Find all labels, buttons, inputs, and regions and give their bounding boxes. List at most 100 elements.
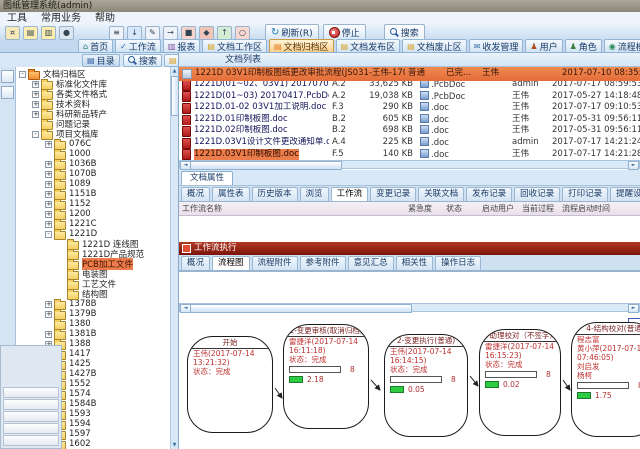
exec-tab[interactable]: 操作日志	[435, 256, 481, 270]
tree-expander-icon[interactable]: +	[45, 301, 52, 308]
folder-new-icon[interactable]: ▥	[41, 26, 56, 40]
col-header-current[interactable]: 当前过程	[519, 202, 559, 215]
exec-tab[interactable]: 流程图	[212, 256, 250, 270]
main-tab[interactable]: ✓ 工作流	[115, 39, 161, 52]
tree-item[interactable]: 结构图	[16, 289, 170, 299]
scroll-up-icon[interactable]: ▲	[171, 67, 178, 75]
tree-expander-icon[interactable]: +	[45, 141, 52, 148]
exec-tab[interactable]: 意见汇总	[348, 256, 394, 270]
tree-expander-icon[interactable]: +	[45, 311, 52, 318]
main-tab[interactable]: ▤ 文档发布区	[336, 39, 401, 52]
edit-icon[interactable]: ✎	[145, 26, 160, 40]
checkout-icon[interactable]: ■	[181, 26, 196, 40]
props-tab[interactable]: 属性表	[212, 187, 250, 201]
tree-expander-icon[interactable]: +	[45, 201, 52, 208]
main-tab[interactable]: ◉ 流程模板	[604, 39, 640, 52]
tree-scrollbar[interactable]: ▲ ▼	[170, 67, 178, 449]
tree-expander-icon[interactable]: +	[45, 181, 52, 188]
send-icon[interactable]: →	[163, 26, 178, 40]
doc-props-tab[interactable]: 文档属性	[181, 171, 233, 185]
col-header-wf-name[interactable]: 工作流名称	[179, 202, 405, 215]
main-tab[interactable]: ▤ 文档工作区	[202, 39, 267, 52]
import-icon[interactable]: ↓	[127, 26, 142, 40]
tree-item[interactable]: + 1200	[16, 209, 170, 219]
tree-item[interactable]: + 1378B	[16, 299, 170, 309]
scrollbar-thumb[interactable]	[190, 161, 342, 170]
tree-item[interactable]: + 1381B	[16, 329, 170, 339]
tree-expander-icon[interactable]: +	[32, 111, 39, 118]
main-tab[interactable]: ▤ 文档归档区	[269, 39, 334, 52]
tree-expander-icon[interactable]: +	[45, 221, 52, 228]
archive-icon[interactable]: ↑	[217, 26, 232, 40]
docked-panel-row[interactable]	[3, 411, 59, 422]
tree-expander-icon[interactable]: +	[45, 191, 52, 198]
tree-expander-icon[interactable]: -	[45, 231, 52, 238]
props-tab[interactable]: 提醒设置	[610, 187, 640, 201]
col-header-urgency[interactable]: 紧急度	[405, 202, 443, 215]
catalog-button[interactable]: ▤ 目录	[82, 54, 120, 67]
scroll-right-icon[interactable]: ►	[628, 161, 639, 170]
col-header-start-time[interactable]: 流程启动时间	[559, 202, 640, 215]
props-tab[interactable]: 回收记录	[514, 187, 560, 201]
1221D.03V1印制板图.doc[interactable]: 1221D.03V1印制板图.doc F.5 140 KB .doc 王伟 20…	[179, 149, 640, 161]
props-tab[interactable]: 变更记录	[370, 187, 416, 201]
main-tab[interactable]: ♟ 用户	[525, 39, 562, 52]
exec-tab[interactable]: 流程附件	[252, 256, 298, 270]
tree-item[interactable]: + 1221C	[16, 219, 170, 229]
flow-node[interactable]: 开始 王伟(2017-07-14 13:21:32) 状态：完成	[187, 336, 273, 433]
props-tab[interactable]: 关联文档	[418, 187, 464, 201]
flowchart-hscrollbar[interactable]: ◄ ►	[179, 303, 640, 312]
tree-expander-icon[interactable]: +	[45, 331, 52, 338]
scrollbar-thumb[interactable]	[190, 304, 412, 313]
docked-panel-row[interactable]	[3, 435, 59, 446]
tree-item[interactable]: 1000	[16, 149, 170, 159]
col-header-status[interactable]: 状态	[443, 202, 479, 215]
flow-node[interactable]: 4-结构校对(普通 程志富 黄小萍(2017-07-17 07:46:05) 刘…	[571, 322, 640, 437]
panel-toggle-icon[interactable]	[1, 86, 14, 99]
1221D.02印制板图.doc[interactable]: 1221D.02印制板图.doc B.2 698 KB .doc 王伟 2017…	[179, 125, 640, 137]
flow-node[interactable]: 1-变更审核(取消归档) 雷捷洋(2017-07-14 16:11:18) 状态…	[283, 324, 369, 429]
tree-item[interactable]: + 076C	[16, 139, 170, 149]
menu-item[interactable]: 工具	[0, 12, 34, 25]
docked-panel-row[interactable]	[3, 423, 59, 434]
tree-item[interactable]: + 科研新品转产	[16, 109, 170, 119]
main-tab[interactable]: ♟ 角色	[565, 39, 602, 52]
scroll-down-icon[interactable]: ▼	[171, 441, 178, 449]
menu-item[interactable]: 帮助	[88, 12, 122, 25]
tree-item[interactable]: + 1089	[16, 179, 170, 189]
tree-expander-icon[interactable]: +	[45, 161, 52, 168]
tree-expander-icon[interactable]: +	[32, 91, 39, 98]
tree-item[interactable]: + 1151B	[16, 189, 170, 199]
props-tab[interactable]: 概况	[181, 187, 210, 201]
props-tab[interactable]: 工作流	[331, 187, 369, 201]
tree-expander-icon[interactable]: -	[19, 71, 26, 78]
exec-tab[interactable]: 相关性	[396, 256, 434, 270]
props-tab[interactable]: 发布记录	[466, 187, 512, 201]
tree-expander-icon[interactable]: -	[32, 131, 39, 138]
1221D.01-02 03V1加工说明.doc[interactable]: 1221D.01-02 03V1加工说明.doc F.3 290 KB .doc…	[179, 102, 640, 114]
tree-expander-icon[interactable]: +	[32, 101, 39, 108]
tree-item[interactable]: + 1070B	[16, 169, 170, 179]
tree-item[interactable]: + 各类文件格式	[16, 89, 170, 99]
docked-panel-row[interactable]	[3, 387, 59, 398]
scroll-right-icon[interactable]: ►	[628, 304, 639, 313]
tree-expander-icon[interactable]: +	[32, 81, 39, 88]
docked-panel-row[interactable]	[3, 399, 59, 410]
exec-tab[interactable]: 概况	[181, 256, 210, 270]
folder-open-icon[interactable]: ▤	[23, 26, 38, 40]
doc-list-hscrollbar[interactable]: ◄ ►	[179, 160, 640, 169]
props-tab[interactable]: 打印记录	[562, 187, 608, 201]
checkin-icon[interactable]: ◆	[199, 26, 214, 40]
tree-item[interactable]: + 1036B	[16, 159, 170, 169]
tree-item[interactable]: + 1379B	[16, 309, 170, 319]
discard-icon[interactable]: ○	[235, 26, 250, 40]
print-icon[interactable]: ≡	[109, 26, 124, 40]
tree-item[interactable]: + 1152	[16, 199, 170, 209]
exec-tab[interactable]: 参考附件	[300, 256, 346, 270]
1221D.03V1设计文件更改通知单.doc[interactable]: 1221D.03V1设计文件更改通知单.doc A.4 225 KB .doc …	[179, 137, 640, 149]
pushpin-icon[interactable]	[1, 70, 14, 83]
1221D(01~02、03V1) 20170707.PcbDoc[interactable]: 1221D(01~02、03V1) 20170707.PcbDoc A.2 33…	[179, 79, 640, 91]
flow-node[interactable]: 2-变更执行(普通) 王伟(2017-07-14 16:14:15) 状态：完成…	[384, 334, 468, 437]
tree-expander-icon[interactable]: +	[45, 171, 52, 178]
1221D(01~03) 20170417.PcbDoc[interactable]: 1221D(01~03) 20170417.PcbDoc A.2 19,038 …	[179, 91, 640, 103]
